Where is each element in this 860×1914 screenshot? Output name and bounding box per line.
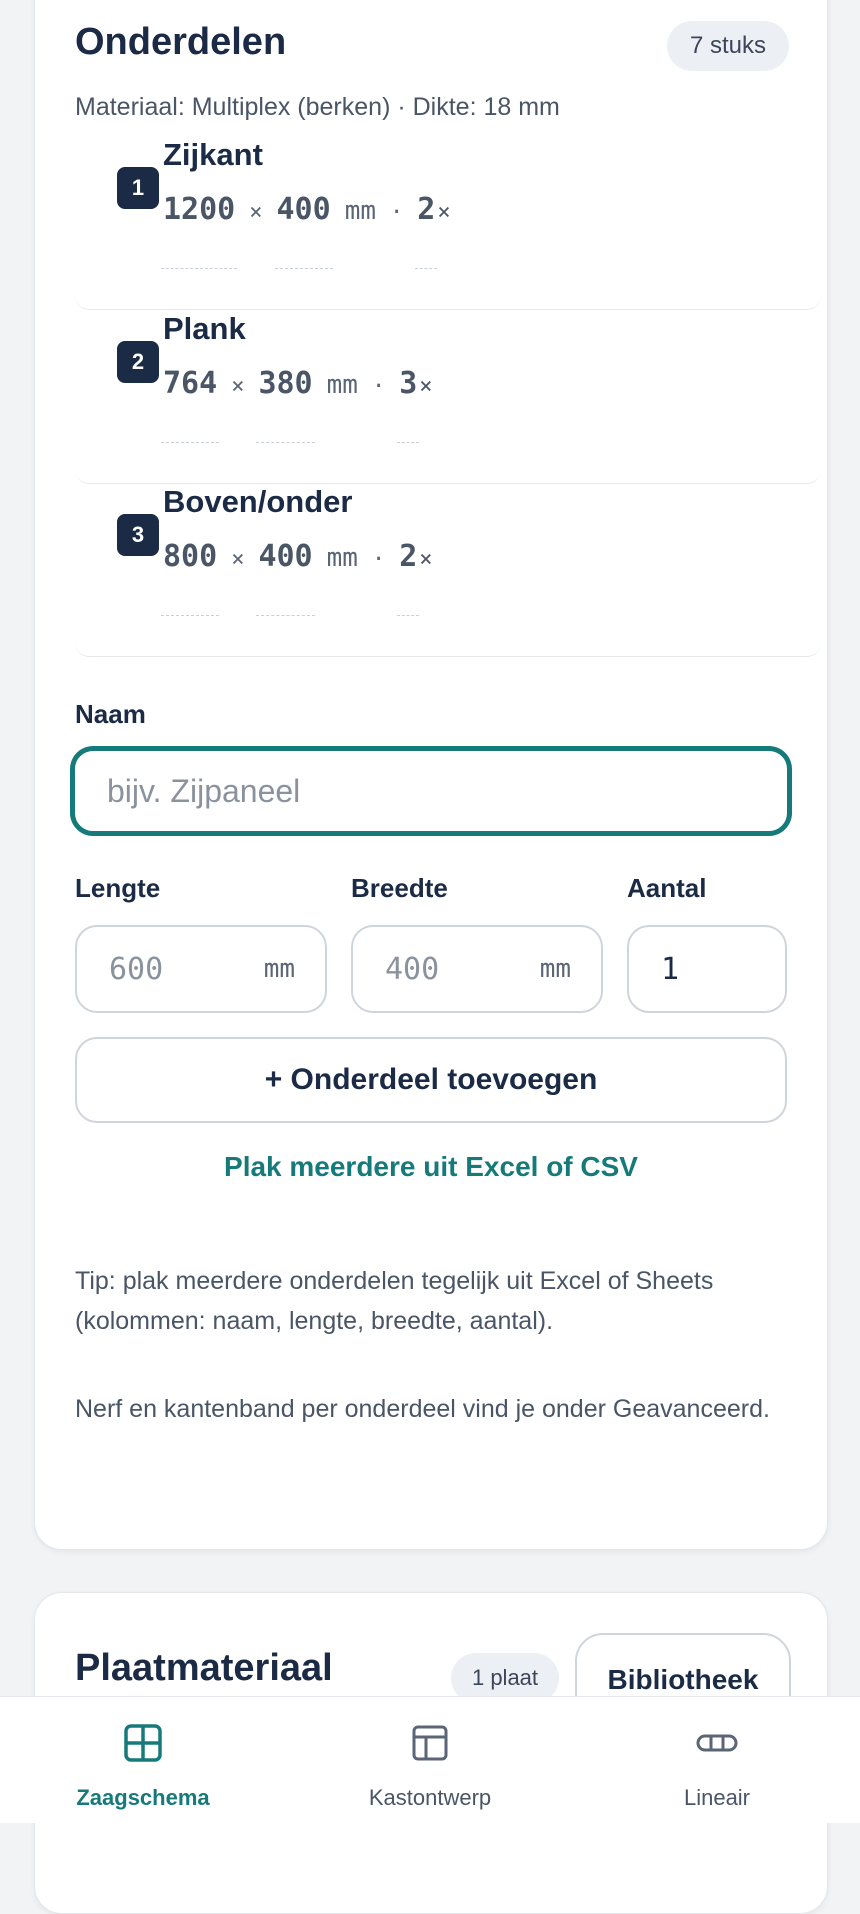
name-label: Naam xyxy=(75,699,146,729)
width-input[interactable]: 400 mm xyxy=(351,925,603,1013)
length-input[interactable]: 600 mm xyxy=(75,925,327,1013)
nav-item-zaagschema[interactable]: Zaagschema xyxy=(0,1697,286,1823)
length-label: Lengte xyxy=(75,873,161,903)
nav-label-lineair: Lineair xyxy=(683,1785,751,1810)
add-part-button[interactable]: + Onderdeel toevoegen xyxy=(75,1037,787,1123)
material-info: Materiaal: Multiplex (berken) · Dikte: 1… xyxy=(75,93,560,121)
nav-item-lineair[interactable]: Lineair xyxy=(574,1697,860,1823)
part-length[interactable]: 764 xyxy=(160,366,220,443)
times-icon: × xyxy=(419,374,433,399)
part-number-badge: 3 xyxy=(117,514,159,556)
parts-count-badge: 7 stuks xyxy=(667,21,789,71)
part-width[interactable]: 400 xyxy=(256,539,315,616)
times-icon: × xyxy=(231,547,245,572)
quantity-label: Aantal xyxy=(627,873,707,903)
part-unit: mm xyxy=(344,196,376,226)
parts-card: Onderdelen 7 stuks Materiaal: Multiplex … xyxy=(34,0,828,1550)
sheet-material-title: Plaatmateriaal xyxy=(75,1647,333,1689)
part-dimensions: 764 × 380 mm · 3× xyxy=(160,366,433,443)
part-unit: mm xyxy=(326,370,358,400)
dot-separator: · xyxy=(371,547,386,572)
part-quantity[interactable]: 2 xyxy=(415,192,438,269)
part-length[interactable]: 800 xyxy=(160,539,220,616)
part-name: Plank xyxy=(163,311,246,346)
parts-title: Onderdelen xyxy=(75,21,287,63)
part-dimensions: 1200 × 400 mm · 2× xyxy=(160,192,451,269)
length-placeholder: 600 xyxy=(109,951,164,987)
nav-label-kastontwerp: Kastontwerp xyxy=(368,1785,492,1810)
times-icon: × xyxy=(419,547,433,572)
advanced-note: Nerf en kantenband per onderdeel vind je… xyxy=(75,1395,770,1423)
nav-item-kastontwerp[interactable]: Kastontwerp xyxy=(287,1697,573,1823)
cabinet-layout-icon xyxy=(412,1725,448,1761)
name-input[interactable]: bijv. Zijpaneel xyxy=(71,747,791,835)
list-item[interactable]: 2 Plank 764 × 380 mm · 3× xyxy=(75,311,821,484)
nav-label-zaagschema: Zaagschema xyxy=(76,1785,210,1810)
quantity-value: 1 xyxy=(661,951,680,987)
part-unit: mm xyxy=(326,543,358,573)
width-label: Breedte xyxy=(351,873,448,903)
bottom-nav: Zaagschema Kastontwerp Lineair xyxy=(0,1696,860,1823)
part-number-badge: 1 xyxy=(117,167,159,209)
list-item[interactable]: 3 Boven/onder 800 × 400 mm · 2× xyxy=(75,484,821,657)
tip-text: Tip: plak meerdere onderdelen tegelijk u… xyxy=(75,1267,714,1335)
part-name: Boven/onder xyxy=(163,484,353,519)
times-icon: × xyxy=(249,200,263,225)
part-number-badge: 2 xyxy=(117,341,159,383)
part-dimensions: 800 × 400 mm · 2× xyxy=(160,539,433,616)
name-placeholder: bijv. Zijpaneel xyxy=(107,772,301,809)
part-name: Zijkant xyxy=(163,137,263,172)
grid-icon xyxy=(124,1724,162,1762)
part-width[interactable]: 380 xyxy=(256,366,315,443)
paste-excel-link[interactable]: Plak meerdere uit Excel of CSV xyxy=(35,1151,827,1183)
linear-bar-icon xyxy=(696,1734,738,1752)
part-quantity[interactable]: 3 xyxy=(397,366,420,443)
length-unit: mm xyxy=(263,954,295,984)
list-item[interactable]: 1 Zijkant 1200 × 400 mm · 2× xyxy=(75,137,821,310)
times-icon: × xyxy=(231,374,245,399)
times-icon: × xyxy=(437,200,451,225)
part-width[interactable]: 400 xyxy=(274,192,333,269)
quantity-input[interactable]: 1 xyxy=(627,925,787,1013)
part-length[interactable]: 1200 xyxy=(160,192,238,269)
dot-separator: · xyxy=(390,200,404,225)
part-quantity[interactable]: 2 xyxy=(397,539,420,616)
width-placeholder: 400 xyxy=(385,951,440,987)
width-unit: mm xyxy=(539,954,571,984)
dot-separator: · xyxy=(371,374,386,399)
